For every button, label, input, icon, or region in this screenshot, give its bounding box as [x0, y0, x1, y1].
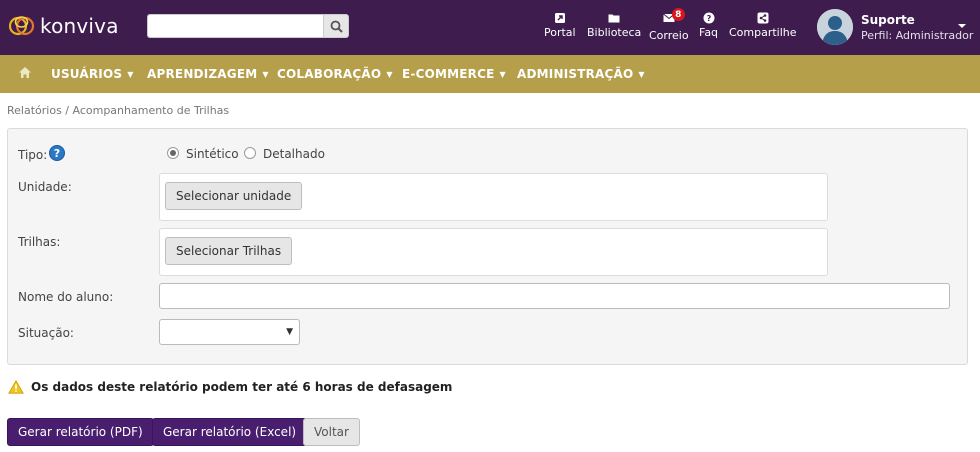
toplink-faq-label: Faq [699, 26, 719, 39]
nav-usuarios-label: USUÁRIOS [51, 67, 123, 81]
toplink-correio-label: Correio [649, 29, 689, 42]
situacao-select[interactable]: ▼ [159, 319, 300, 345]
tipo-label: Tipo: [18, 148, 48, 162]
unidade-label: Unidade: [18, 180, 72, 194]
toplink-portal[interactable]: Portal [544, 12, 576, 39]
nav-administracao[interactable]: ADMINISTRAÇÃO ▼ [517, 55, 645, 93]
nav-usuarios[interactable]: USUÁRIOS ▼ [51, 55, 134, 93]
user-menu[interactable]: Suporte Perfil: Administrador [817, 7, 973, 47]
chevron-down-icon: ▼ [127, 69, 134, 79]
chevron-down-icon: ▼ [386, 69, 393, 79]
generate-pdf-button[interactable]: Gerar relatório (PDF) [7, 418, 154, 446]
toplink-biblioteca[interactable]: Biblioteca [587, 12, 641, 39]
nav-aprendizagem[interactable]: APRENDIZAGEM ▼ [147, 55, 269, 93]
share-icon [757, 12, 769, 24]
nav-aprendizagem-label: APRENDIZAGEM [147, 67, 258, 81]
nome-aluno-input[interactable] [159, 283, 950, 309]
brand-logo[interactable]: konviva [8, 12, 119, 40]
radio-detalhado[interactable] [244, 147, 256, 159]
nav-ecommerce-label: E-COMMERCE [402, 67, 495, 81]
radio-sintetico-label: Sintético [186, 147, 239, 161]
home-icon[interactable] [18, 66, 32, 79]
main-nav: USUÁRIOS ▼ APRENDIZAGEM ▼ COLABORAÇÃO ▼ E-C… [0, 55, 980, 93]
nav-colaboracao[interactable]: COLABORAÇÃO ▼ [277, 55, 393, 93]
toplink-portal-label: Portal [544, 26, 576, 39]
search-button[interactable] [323, 14, 349, 38]
user-dropdown-caret-icon[interactable] [957, 22, 967, 30]
toplink-correio[interactable]: 8 Correio [649, 8, 689, 42]
konviva-logo-icon [8, 16, 35, 36]
chevron-down-icon: ▼ [262, 69, 269, 79]
search-icon [330, 20, 343, 33]
situacao-label: Situação: [18, 326, 74, 340]
help-icon[interactable]: ? [49, 145, 65, 161]
top-header: konviva Portal Biblioteca 8 Correio ? Fa… [0, 0, 980, 55]
question-icon: ? [703, 12, 715, 24]
radio-sintetico[interactable] [167, 147, 179, 159]
mail-count-badge: 8 [671, 8, 685, 21]
svg-text:?: ? [706, 14, 711, 23]
data-delay-warning: Os dados deste relatório podem ter até 6… [8, 380, 452, 394]
brand-name: konviva [40, 14, 119, 38]
nome-aluno-label: Nome do aluno: [18, 290, 114, 304]
select-trilhas-button[interactable]: Selecionar Trilhas [165, 237, 293, 265]
nav-ecommerce[interactable]: E-COMMERCE ▼ [402, 55, 506, 93]
select-unidade-button[interactable]: Selecionar unidade [165, 182, 303, 210]
toplink-compartilhe[interactable]: Compartilhe [729, 12, 797, 39]
external-link-icon [554, 13, 565, 23]
generate-excel-button[interactable]: Gerar relatório (Excel) [152, 418, 308, 446]
search-input[interactable] [147, 14, 323, 38]
back-button[interactable]: Voltar [303, 418, 360, 446]
avatar [817, 9, 853, 45]
search-box [147, 14, 349, 38]
trilhas-label: Trilhas: [18, 235, 61, 249]
toplink-biblioteca-label: Biblioteca [587, 26, 642, 39]
toplink-compartilhe-label: Compartilhe [729, 26, 797, 39]
nav-administracao-label: ADMINISTRAÇÃO [517, 67, 634, 81]
toplink-faq[interactable]: ? Faq [699, 12, 718, 39]
user-role: Perfil: Administrador [861, 28, 974, 42]
chevron-down-icon: ▼ [638, 69, 645, 79]
warning-icon [8, 380, 24, 394]
user-avatar-icon [817, 9, 853, 45]
chevron-down-icon: ▼ [499, 69, 506, 79]
radio-detalhado-label: Detalhado [263, 147, 325, 161]
nav-colaboracao-label: COLABORAÇÃO [277, 67, 382, 81]
breadcrumb: Relatórios / Acompanhamento de Trilhas [7, 104, 230, 117]
chevron-down-icon: ▼ [286, 327, 293, 337]
warning-text: Os dados deste relatório podem ter até 6… [31, 380, 453, 394]
folder-icon [608, 14, 620, 23]
